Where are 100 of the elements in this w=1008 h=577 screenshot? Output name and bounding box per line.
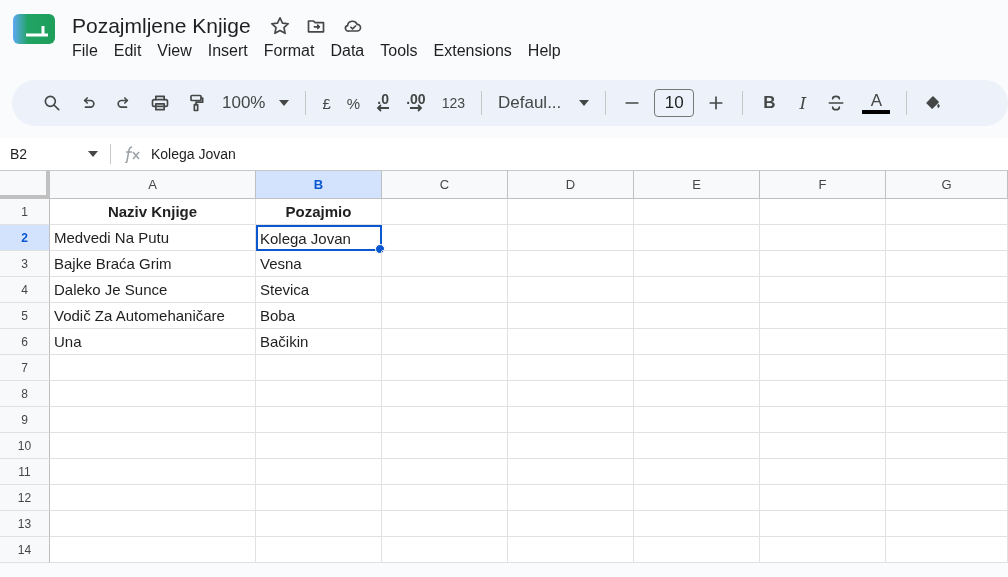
table-cell[interactable] (886, 303, 1008, 329)
table-cell[interactable] (634, 225, 760, 251)
zoom-dropdown[interactable]: 100% (214, 89, 298, 117)
row-header[interactable]: 14 (0, 537, 50, 563)
decrease-decimal-button[interactable]: .0 (368, 90, 399, 116)
name-box[interactable]: B2 (0, 146, 110, 162)
table-cell[interactable] (760, 355, 886, 381)
fill-handle[interactable] (375, 244, 385, 254)
star-icon[interactable] (268, 15, 291, 37)
table-cell[interactable]: Pozajmio (256, 199, 382, 225)
table-cell[interactable] (886, 251, 1008, 277)
table-cell[interactable] (634, 407, 760, 433)
search-icon[interactable] (42, 93, 62, 113)
table-cell[interactable] (50, 407, 256, 433)
row-header[interactable]: 7 (0, 355, 50, 381)
row-header[interactable]: 11 (0, 459, 50, 485)
table-cell[interactable] (760, 459, 886, 485)
font-size-field[interactable]: 10 (654, 89, 695, 117)
table-cell[interactable]: Stevica (256, 277, 382, 303)
table-cell[interactable]: Bajke Braća Grim (50, 251, 256, 277)
column-header[interactable]: A (50, 171, 256, 199)
table-cell[interactable] (886, 329, 1008, 355)
table-cell[interactable] (382, 329, 508, 355)
text-color-button[interactable]: A (854, 88, 899, 118)
table-cell[interactable] (382, 485, 508, 511)
table-cell[interactable] (508, 329, 634, 355)
table-cell[interactable] (760, 251, 886, 277)
table-cell[interactable] (886, 225, 1008, 251)
table-cell[interactable] (50, 511, 256, 537)
table-cell[interactable] (256, 485, 382, 511)
table-cell[interactable] (634, 459, 760, 485)
bold-button[interactable]: B (751, 89, 788, 117)
table-cell[interactable] (382, 251, 508, 277)
row-header[interactable]: 10 (0, 433, 50, 459)
table-cell[interactable]: Vesna (256, 251, 382, 277)
print-icon[interactable] (150, 93, 170, 113)
table-cell[interactable] (50, 381, 256, 407)
table-cell[interactable] (760, 225, 886, 251)
increase-decimal-button[interactable]: .00 (398, 90, 434, 116)
table-cell[interactable] (508, 433, 634, 459)
table-cell[interactable] (382, 277, 508, 303)
table-cell[interactable] (634, 251, 760, 277)
table-cell[interactable] (886, 355, 1008, 381)
currency-button[interactable]: £ (314, 90, 339, 116)
table-cell[interactable] (886, 433, 1008, 459)
table-cell[interactable] (256, 381, 382, 407)
table-cell[interactable] (382, 537, 508, 563)
formula-value[interactable]: Kolega Jovan (151, 146, 236, 162)
row-header[interactable]: 1 (0, 199, 50, 225)
table-cell[interactable] (508, 485, 634, 511)
menu-item[interactable]: Tools (372, 40, 426, 62)
table-cell[interactable] (508, 277, 634, 303)
table-cell[interactable] (256, 511, 382, 537)
table-cell[interactable] (886, 459, 1008, 485)
column-header[interactable]: D (508, 171, 634, 199)
column-header[interactable]: F (760, 171, 886, 199)
number-format-button[interactable]: 123 (433, 91, 473, 115)
column-header[interactable]: C (382, 171, 508, 199)
row-header[interactable]: 3 (0, 251, 50, 277)
row-header[interactable]: 8 (0, 381, 50, 407)
table-cell[interactable] (382, 303, 508, 329)
table-cell[interactable] (634, 485, 760, 511)
table-cell[interactable] (508, 511, 634, 537)
row-header[interactable]: 4 (0, 277, 50, 303)
table-cell[interactable]: Boba (256, 303, 382, 329)
table-cell[interactable] (508, 355, 634, 381)
table-cell[interactable] (508, 225, 634, 251)
table-cell[interactable] (886, 199, 1008, 225)
table-cell[interactable]: Una (50, 329, 256, 355)
row-header[interactable]: 12 (0, 485, 50, 511)
table-cell[interactable] (256, 433, 382, 459)
table-cell[interactable] (760, 277, 886, 303)
table-cell[interactable] (760, 381, 886, 407)
table-cell[interactable] (760, 511, 886, 537)
column-header[interactable]: B (256, 171, 382, 199)
menu-item[interactable]: File (68, 40, 106, 62)
table-cell[interactable] (634, 199, 760, 225)
table-cell[interactable] (256, 355, 382, 381)
percent-button[interactable]: % (338, 90, 369, 116)
table-cell[interactable] (634, 433, 760, 459)
table-cell[interactable] (760, 329, 886, 355)
italic-button[interactable]: I (787, 89, 819, 117)
table-cell[interactable] (634, 381, 760, 407)
table-cell[interactable] (634, 277, 760, 303)
table-cell[interactable] (760, 485, 886, 511)
table-cell[interactable] (886, 277, 1008, 303)
font-dropdown[interactable]: Defaul... (490, 89, 598, 117)
table-cell[interactable] (508, 199, 634, 225)
table-cell[interactable] (50, 485, 256, 511)
table-cell[interactable]: Naziv Knjige (50, 199, 256, 225)
select-all-corner[interactable] (0, 171, 50, 199)
table-cell[interactable] (886, 381, 1008, 407)
column-header[interactable]: G (886, 171, 1008, 199)
table-cell[interactable]: Bačikin (256, 329, 382, 355)
row-header[interactable]: 13 (0, 511, 50, 537)
row-header[interactable]: 2 (0, 225, 50, 251)
menu-item[interactable]: Extensions (425, 40, 520, 62)
table-cell[interactable] (382, 355, 508, 381)
table-cell[interactable] (508, 381, 634, 407)
table-cell[interactable] (508, 407, 634, 433)
